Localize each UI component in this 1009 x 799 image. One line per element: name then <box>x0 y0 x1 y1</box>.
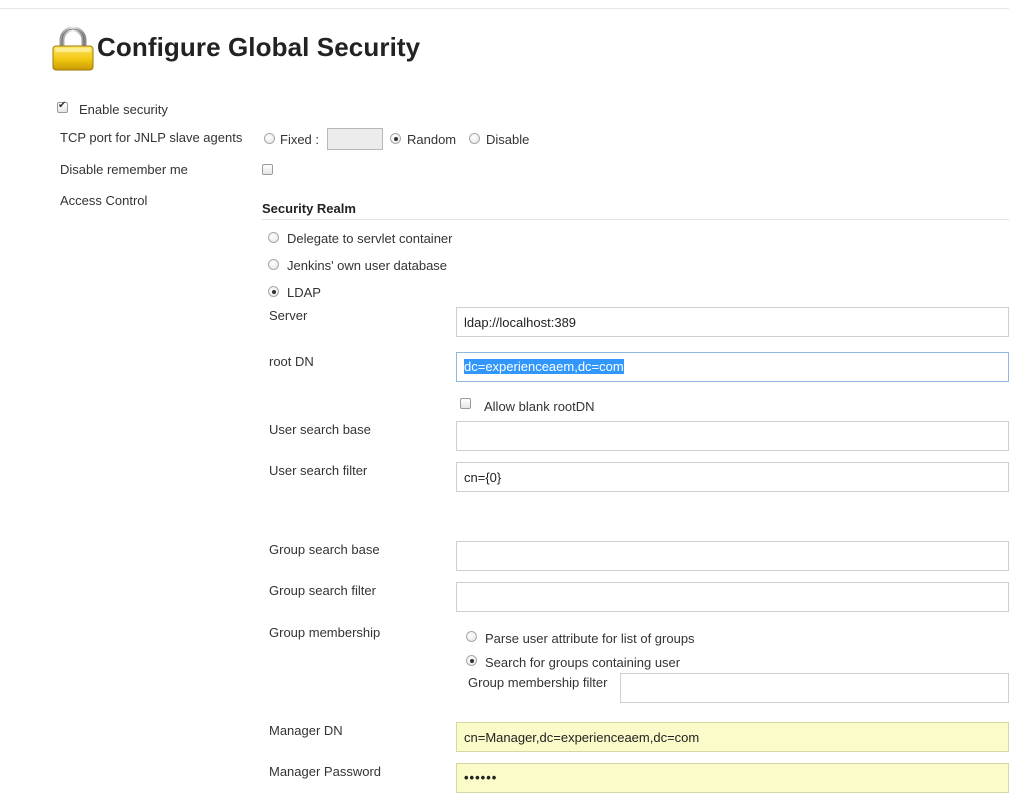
group-search-base-input[interactable] <box>456 541 1009 571</box>
realm-delegate-radio[interactable] <box>268 232 279 243</box>
user-search-base-input[interactable] <box>456 421 1009 451</box>
manager-password-mask: •••••• <box>464 770 498 785</box>
page-title: Configure Global Security <box>97 32 421 62</box>
disable-remember-me-label: Disable remember me <box>60 162 188 177</box>
realm-ldap-label: LDAP <box>287 285 321 300</box>
membership-parse-label: Parse user attribute for list of groups <box>485 631 695 646</box>
root-dn-label: root DN <box>269 354 314 369</box>
realm-jenkins-db-label: Jenkins' own user database <box>287 258 448 273</box>
membership-parse-radio[interactable] <box>466 631 477 642</box>
tcp-disable-radio[interactable] <box>469 133 480 144</box>
group-search-filter-label: Group search filter <box>269 583 376 598</box>
disable-remember-me-checkbox[interactable] <box>262 164 273 175</box>
allow-blank-rootdn-label: Allow blank rootDN <box>484 399 595 414</box>
user-search-filter-input[interactable] <box>456 462 1009 492</box>
realm-ldap-radio[interactable] <box>268 286 279 297</box>
manager-dn-input[interactable] <box>456 722 1009 752</box>
realm-delegate-label: Delegate to servlet container <box>287 231 453 246</box>
manager-password-input[interactable]: •••••• <box>456 763 1009 793</box>
security-realm-divider <box>262 219 1009 220</box>
allow-blank-rootdn-checkbox[interactable] <box>460 398 471 409</box>
top-divider <box>0 8 1009 9</box>
membership-search-label: Search for groups containing user <box>485 655 681 670</box>
membership-search-radio[interactable] <box>466 655 477 666</box>
tcp-random-radio[interactable] <box>390 133 401 144</box>
enable-security-label: Enable security <box>79 102 168 117</box>
tcp-disable-label: Disable <box>486 132 530 147</box>
realm-jenkins-db-radio[interactable] <box>268 259 279 270</box>
tcp-fixed-radio[interactable] <box>264 133 275 144</box>
group-membership-label: Group membership <box>269 625 381 640</box>
root-dn-value: dc=experienceaem,dc=com <box>464 359 624 374</box>
root-dn-input[interactable]: dc=experienceaem,dc=com <box>456 352 1009 382</box>
tcp-port-label: TCP port for JNLP slave agents <box>60 130 243 145</box>
manager-dn-label: Manager DN <box>269 723 343 738</box>
server-label: Server <box>269 308 308 323</box>
security-realm-heading: Security Realm <box>262 201 356 216</box>
user-search-base-label: User search base <box>269 422 371 437</box>
membership-filter-label: Group membership filter <box>468 675 608 690</box>
group-search-filter-input[interactable] <box>456 582 1009 612</box>
manager-password-label: Manager Password <box>269 764 381 779</box>
enable-security-checkbox[interactable] <box>57 100 68 113</box>
server-input[interactable] <box>456 307 1009 337</box>
user-search-filter-label: User search filter <box>269 463 368 478</box>
padlock-icon <box>50 26 96 72</box>
tcp-random-label: Random <box>407 132 457 147</box>
tcp-fixed-port-input[interactable] <box>327 128 383 150</box>
group-search-base-label: Group search base <box>269 542 380 557</box>
membership-filter-input[interactable] <box>620 673 1009 703</box>
tcp-fixed-label: Fixed : <box>280 132 320 147</box>
access-control-label: Access Control <box>60 193 148 208</box>
